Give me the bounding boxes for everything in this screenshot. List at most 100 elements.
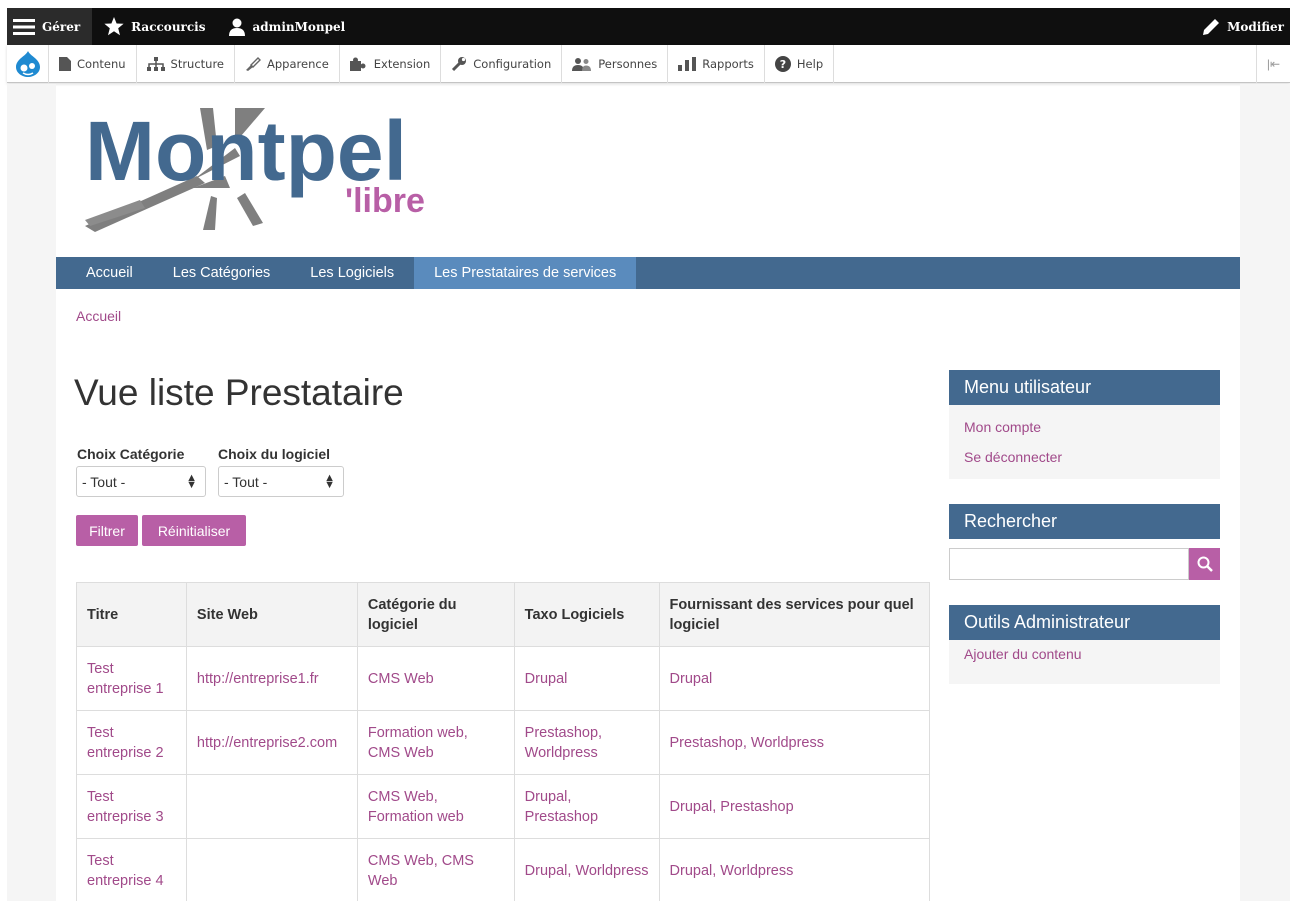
taxo-cell[interactable]: Drupal, Worldpress [513, 838, 660, 901]
pencil-icon [1202, 18, 1220, 36]
tray-label: Help [796, 56, 824, 71]
tray-item-help[interactable]: ? Help [765, 44, 835, 83]
tray-label: Personnes [598, 56, 658, 71]
puzzle-icon [349, 57, 368, 71]
admin-tray: Contenu Structure Apparence Extension Co… [7, 44, 1290, 83]
sitemap-icon [146, 56, 165, 71]
table-row: Test entreprise 2 http://entreprise2.com… [76, 710, 931, 775]
tray-item-rapports[interactable]: Rapports [668, 44, 765, 83]
services-cell[interactable]: Drupal, Worldpress [658, 838, 931, 901]
nav-item-prestataires[interactable]: Les Prestataires de services [414, 257, 637, 289]
category-cell[interactable]: CMS Web [356, 646, 515, 711]
table-header-row: Titre Site Web Catégorie du logiciel Tax… [76, 582, 931, 647]
tray-item-personnes[interactable]: Personnes [562, 44, 669, 83]
table-row: Test entreprise 1 http://entreprise1.fr … [76, 646, 931, 711]
tray-label: Rapports [702, 56, 754, 71]
user-menu-block: Mon compte Se déconnecter [949, 405, 1220, 479]
column-header[interactable]: Catégorie du logiciel [356, 582, 515, 647]
table-row: Test entreprise 3 CMS Web, Formation web… [76, 774, 931, 839]
title-cell[interactable]: Test entreprise 2 [76, 710, 187, 775]
category-select[interactable]: - Tout - ▲ ▼ [76, 466, 206, 497]
column-header[interactable]: Fournissant des services pour quel logic… [658, 582, 931, 647]
shortcuts-button[interactable]: Raccourcis [92, 8, 217, 45]
tray-label: Apparence [267, 56, 329, 71]
manage-button[interactable]: Gérer [7, 8, 93, 45]
select-arrows-icon: ▲ ▼ [186, 472, 197, 491]
title-cell[interactable]: Test entreprise 1 [76, 646, 187, 711]
wrench-icon [451, 56, 467, 72]
people-icon [572, 57, 592, 71]
tray-item-structure[interactable]: Structure [137, 44, 236, 83]
user-icon [229, 18, 246, 36]
taxo-cell[interactable]: Drupal [513, 646, 660, 711]
title-cell[interactable]: Test entreprise 3 [76, 774, 187, 839]
category-cell[interactable]: CMS Web, CMS Web [356, 838, 515, 901]
website-cell [185, 774, 358, 839]
column-header[interactable]: Titre [76, 582, 187, 647]
breadcrumb[interactable]: Accueil [76, 308, 121, 324]
logo-text-sub: 'libre [345, 182, 425, 220]
svg-text:?: ? [780, 58, 786, 71]
tray-item-extension[interactable]: Extension [340, 44, 442, 83]
nav-item-logiciels[interactable]: Les Logiciels [290, 257, 414, 289]
website-cell [185, 838, 358, 901]
page-margin-right [1240, 84, 1290, 901]
manage-label: Gérer [42, 19, 81, 34]
bar-chart-icon [678, 56, 697, 71]
table-row: Test entreprise 4 CMS Web, CMS Web Drupa… [76, 838, 931, 901]
edit-label: Modifier [1227, 19, 1284, 34]
column-header[interactable]: Site Web [185, 582, 358, 647]
software-select-value: - Tout - [224, 473, 268, 490]
admin-tools-block: Ajouter du contenu [949, 640, 1220, 684]
logout-link[interactable]: Se déconnecter [949, 442, 1220, 472]
search-input[interactable] [949, 548, 1189, 580]
edit-button[interactable]: Modifier [1190, 8, 1290, 45]
user-button[interactable]: adminMonpel [217, 8, 357, 45]
providers-table: Titre Site Web Catégorie du logiciel Tax… [76, 582, 931, 901]
tray-label: Structure [170, 56, 225, 71]
admin-tools-title: Outils Administrateur [949, 605, 1220, 640]
software-select[interactable]: - Tout - ▲ ▼ [218, 466, 344, 497]
tray-label: Extension [373, 56, 431, 71]
my-account-link[interactable]: Mon compte [949, 412, 1220, 442]
search-button[interactable] [1189, 548, 1220, 580]
category-select-value: - Tout - [82, 473, 126, 490]
brush-icon [245, 56, 262, 71]
page-margin-left [7, 84, 56, 901]
search-block-title: Rechercher [949, 504, 1220, 539]
main-navigation: Accueil Les Catégories Les Logiciels Les… [56, 257, 1240, 289]
site-logo[interactable]: Montpel 'libre [85, 104, 485, 234]
software-filter-label: Choix du logiciel [218, 446, 331, 462]
category-filter-label: Choix Catégorie [77, 446, 185, 462]
taxo-cell[interactable]: Prestashop, Worldpress [513, 710, 660, 775]
search-icon [1197, 556, 1213, 572]
website-cell[interactable]: http://entreprise1.fr [185, 646, 358, 711]
title-cell[interactable]: Test entreprise 4 [76, 838, 187, 901]
tray-item-contenu[interactable]: Contenu [49, 44, 137, 83]
filter-button[interactable]: Filtrer [76, 515, 138, 546]
drupal-logo-icon[interactable] [7, 44, 49, 83]
taxo-cell[interactable]: Drupal, Prestashop [513, 774, 660, 839]
tray-item-apparence[interactable]: Apparence [235, 44, 340, 83]
admin-toolbar: Gérer Raccourcis adminMonpel Modifier [7, 8, 1290, 45]
tray-item-configuration[interactable]: Configuration [441, 44, 563, 83]
file-icon [59, 56, 71, 71]
tray-label: Contenu [77, 56, 126, 71]
collapse-tray-icon[interactable]: |⇤ [1256, 44, 1290, 83]
tray-label: Configuration [473, 56, 552, 71]
user-label: adminMonpel [252, 19, 346, 34]
column-header[interactable]: Taxo Logiciels [513, 582, 660, 647]
add-content-link[interactable]: Ajouter du contenu [949, 646, 1220, 670]
shortcuts-label: Raccourcis [131, 19, 206, 34]
services-cell[interactable]: Drupal [658, 646, 931, 711]
nav-item-categories[interactable]: Les Catégories [153, 257, 291, 289]
website-cell[interactable]: http://entreprise2.com [185, 710, 358, 775]
help-icon: ? [774, 55, 791, 72]
category-cell[interactable]: Formation web, CMS Web [356, 710, 515, 775]
page-title: Vue liste Prestataire [74, 372, 404, 413]
category-cell[interactable]: CMS Web, Formation web [356, 774, 515, 839]
reset-button[interactable]: Réinitialiser [142, 515, 246, 546]
services-cell[interactable]: Drupal, Prestashop [658, 774, 931, 839]
nav-item-accueil[interactable]: Accueil [56, 257, 153, 289]
services-cell[interactable]: Prestashop, Worldpress [658, 710, 931, 775]
